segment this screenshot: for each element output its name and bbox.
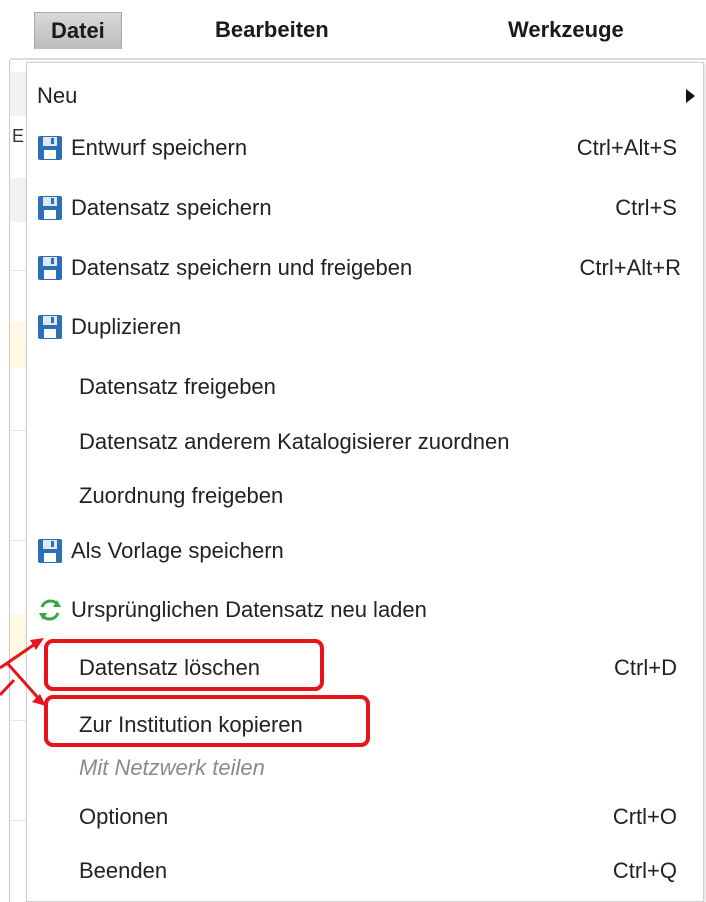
- arrow-head-icon: [32, 694, 46, 706]
- arrow-line: [0, 640, 39, 670]
- arrow-line: [0, 678, 16, 697]
- arrow-head-icon: [30, 638, 44, 650]
- annotation-arrows: [0, 638, 46, 706]
